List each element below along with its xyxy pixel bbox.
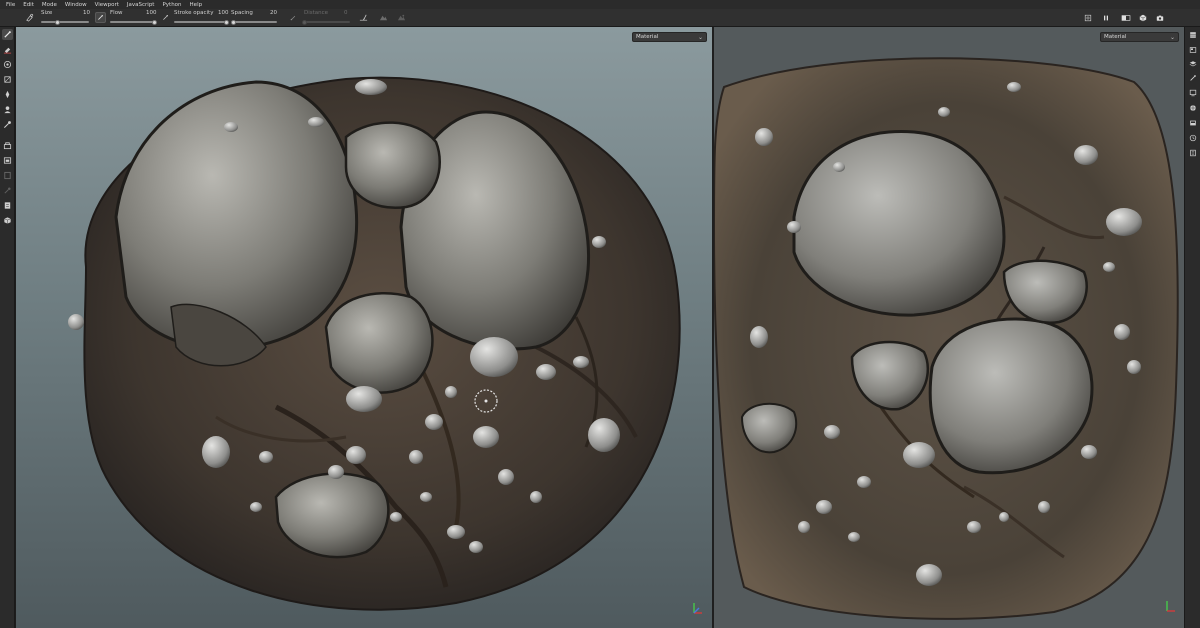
- menu-edit[interactable]: Edit: [21, 2, 40, 8]
- flow-label: Flow: [110, 10, 123, 16]
- spacing-value[interactable]: 20: [270, 10, 277, 16]
- menu-mode[interactable]: Mode: [40, 2, 63, 8]
- viewport-2d-mode-select[interactable]: Material ⌄: [1100, 32, 1179, 42]
- chevron-down-icon: ⌄: [697, 33, 703, 41]
- spacing-label: Spacing: [231, 10, 253, 16]
- pause-icon[interactable]: [1100, 12, 1111, 23]
- render-icon[interactable]: [1137, 12, 1148, 23]
- terrain-mesh-3d: [68, 76, 681, 611]
- viewport-2d[interactable]: Material ⌄: [714, 27, 1184, 628]
- history-icon[interactable]: [1188, 133, 1198, 143]
- clone-icon[interactable]: [2, 104, 13, 115]
- log-icon[interactable]: [1188, 148, 1198, 158]
- menu-window[interactable]: Window: [63, 2, 93, 8]
- tool-properties-bar: Size 10 Flow 100 Stroke opacity 100 Spac…: [0, 9, 1200, 27]
- chevron-down-icon: ⌄: [1169, 33, 1175, 41]
- size-slider[interactable]: [41, 21, 89, 23]
- menu-file[interactable]: File: [4, 2, 21, 8]
- viewport-3d-mode-select[interactable]: Material ⌄: [632, 32, 707, 42]
- tools-sidebar: [0, 27, 15, 628]
- screenshot-icon[interactable]: [1154, 12, 1165, 23]
- flow-slider-thumb[interactable]: [151, 19, 157, 25]
- flow-value[interactable]: 100: [146, 10, 157, 16]
- stroke-opacity-value[interactable]: 100: [218, 10, 229, 16]
- spacing-slider-thumb[interactable]: [230, 19, 236, 25]
- size-label: Size: [41, 10, 53, 16]
- distance-slider-thumb: [301, 19, 307, 25]
- texture-uv-2d: [714, 57, 1179, 620]
- smudge-icon[interactable]: [2, 89, 13, 100]
- pen-pressure-button[interactable]: [95, 12, 106, 23]
- panels-sidebar: [1184, 27, 1200, 628]
- polygon-fill-icon[interactable]: [2, 74, 13, 85]
- color-picker-icon[interactable]: [2, 119, 13, 130]
- distance-label: Distance: [304, 10, 329, 16]
- export-icon[interactable]: [2, 200, 13, 211]
- mirror-icon[interactable]: [396, 12, 407, 23]
- menu-help[interactable]: Help: [188, 2, 209, 8]
- layers-stack-icon[interactable]: [1188, 59, 1198, 69]
- settings-icon[interactable]: [1188, 88, 1198, 98]
- texture-set-list-icon[interactable]: [1188, 30, 1198, 40]
- size-slider-thumb[interactable]: [55, 19, 61, 25]
- layers-icon[interactable]: [1188, 45, 1198, 55]
- bake-icon[interactable]: [2, 140, 13, 151]
- flow-slider[interactable]: [110, 21, 154, 23]
- symmetry-icon[interactable]: [358, 12, 369, 23]
- projection-icon[interactable]: [2, 59, 13, 70]
- layer-fill-icon[interactable]: [2, 155, 13, 166]
- brush-preset-icon[interactable]: [24, 12, 35, 23]
- viewport-3d-mode-label: Material: [636, 34, 659, 40]
- menu-python[interactable]: Python: [160, 2, 187, 8]
- stroke-opacity-slider-thumb[interactable]: [223, 19, 229, 25]
- distance-value: 0: [344, 10, 348, 16]
- display-settings-icon[interactable]: [1188, 103, 1198, 113]
- stroke-opacity-label: Stroke opacity: [174, 10, 214, 16]
- eraser-icon[interactable]: [2, 44, 13, 55]
- spacing-slider[interactable]: [231, 21, 277, 23]
- distance-slider: [304, 21, 350, 23]
- eyedropper-icon[interactable]: [2, 185, 13, 196]
- viewport-3d[interactable]: Material ⌄: [16, 27, 712, 628]
- mask-icon[interactable]: [2, 170, 13, 181]
- camera-frame-icon[interactable]: [1082, 12, 1093, 23]
- split-view-icon[interactable]: [1120, 12, 1131, 23]
- size-value[interactable]: 10: [83, 10, 90, 16]
- menu-javascript[interactable]: JavaScript: [125, 2, 161, 8]
- shelf-icon[interactable]: [2, 215, 13, 226]
- menu-viewport[interactable]: Viewport: [93, 2, 125, 8]
- axis-gizmo-3d-icon: [689, 600, 705, 616]
- viewer-settings-icon[interactable]: [1188, 118, 1198, 128]
- stroke-opacity-pen-icon[interactable]: [160, 12, 171, 23]
- lazy-mouse-icon[interactable]: [288, 12, 299, 23]
- stencil-icon[interactable]: [378, 12, 389, 23]
- axis-gizmo-2d-icon: [1162, 598, 1178, 614]
- menu-bar: File Edit Mode Window Viewport JavaScrip…: [0, 0, 1200, 9]
- viewport-2d-mode-label: Material: [1104, 34, 1127, 40]
- properties-icon[interactable]: [1188, 73, 1198, 83]
- paint-brush-icon[interactable]: [2, 29, 13, 40]
- stroke-opacity-slider[interactable]: [174, 21, 226, 23]
